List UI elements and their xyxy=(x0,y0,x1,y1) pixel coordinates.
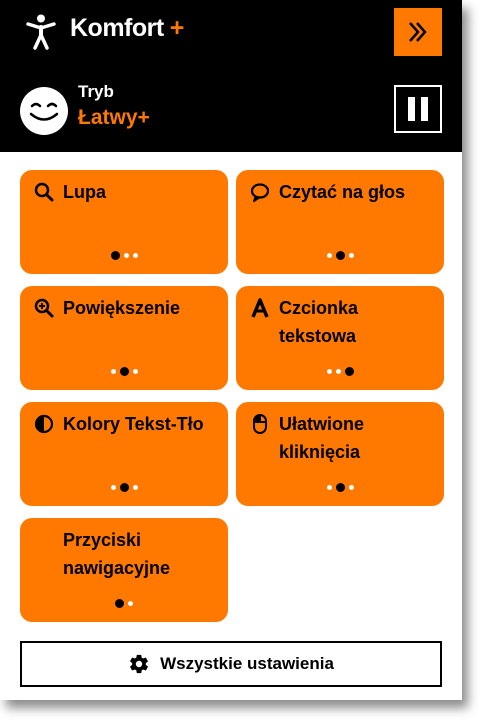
state-dot-active xyxy=(344,367,354,376)
state-dot-active xyxy=(119,483,129,492)
speech-bubble-icon xyxy=(250,182,270,202)
mouse-icon xyxy=(250,414,270,434)
pause-icon xyxy=(408,97,415,121)
state-dot xyxy=(128,601,133,606)
all-settings-label: Wszystkie ustawienia xyxy=(160,654,334,673)
state-dot xyxy=(348,485,354,490)
accessibility-person-icon xyxy=(26,14,56,50)
brand-plus: + xyxy=(169,14,185,42)
tile-label: Powiększenie xyxy=(63,298,181,318)
brand-title: Komfort + xyxy=(70,14,184,43)
tile-ulatwione-klikniecia[interactable]: Ułatwione kliknięcia xyxy=(236,402,444,506)
tile-label: Lupa xyxy=(63,182,106,202)
state-dot xyxy=(335,369,341,374)
tile-state-dots xyxy=(20,599,228,608)
tile-label: Kolory Tekst-Tło xyxy=(63,414,204,434)
tile-state-dots xyxy=(20,367,228,376)
state-dot xyxy=(132,485,138,490)
state-dot xyxy=(132,253,138,258)
tile-label: Czcionka tekstowa xyxy=(279,298,359,346)
tile-state-dots xyxy=(236,483,444,492)
brand-title-text: Komfort xyxy=(70,14,164,42)
state-dot xyxy=(110,485,116,490)
state-dot xyxy=(348,253,354,258)
tile-kolory-tekst-tlo[interactable]: Kolory Tekst-Tło xyxy=(20,402,228,506)
smiley-face-icon xyxy=(20,87,68,135)
state-dot-active xyxy=(335,483,345,492)
accessibility-panel: Komfort + Tryb Łatwy+ Lupa Czytać na gło… xyxy=(0,0,462,700)
tile-label: Przyciski nawigacyjne xyxy=(63,530,171,578)
pause-button[interactable] xyxy=(394,85,442,133)
tile-state-dots xyxy=(20,483,228,492)
tile-czytac-na-glos[interactable]: Czytać na głos xyxy=(236,170,444,274)
double-chevron-right-icon xyxy=(409,22,427,42)
gear-icon xyxy=(130,654,148,674)
tile-label: Ułatwione kliknięcia xyxy=(279,414,365,462)
tile-powiekszenie[interactable]: Powiększenie xyxy=(20,286,228,390)
contrast-icon xyxy=(34,414,54,434)
state-dot xyxy=(123,253,129,258)
tile-czcionka-tekstowa[interactable]: Czcionka tekstowa xyxy=(236,286,444,390)
state-dot xyxy=(326,485,332,490)
state-dot-active xyxy=(110,251,120,260)
pause-icon-bar xyxy=(421,97,428,121)
collapse-panel-button[interactable] xyxy=(394,8,442,56)
tile-state-dots xyxy=(236,367,444,376)
state-dot-active xyxy=(335,251,345,260)
tile-state-dots xyxy=(20,251,228,260)
mode-value: Łatwy+ xyxy=(78,106,150,129)
state-dot xyxy=(132,369,138,374)
state-dot-active xyxy=(115,599,124,608)
tile-label: Czytać na głos xyxy=(279,182,406,202)
tile-state-dots xyxy=(236,251,444,260)
state-dot xyxy=(326,369,332,374)
tile-lupa[interactable]: Lupa xyxy=(20,170,228,274)
tile-przyciski-nawigacyjne[interactable]: Przyciski nawigacyjne xyxy=(20,518,228,622)
state-dot-active xyxy=(119,367,129,376)
all-settings-button[interactable]: Wszystkie ustawienia xyxy=(20,641,442,687)
panel-header: Komfort + Tryb Łatwy+ xyxy=(0,0,462,152)
magnifier-icon xyxy=(34,182,54,202)
zoom-in-icon xyxy=(34,298,54,318)
state-dot xyxy=(326,253,332,258)
state-dot xyxy=(110,369,116,374)
mode-label: Tryb xyxy=(78,82,114,101)
font-a-icon xyxy=(250,298,270,318)
